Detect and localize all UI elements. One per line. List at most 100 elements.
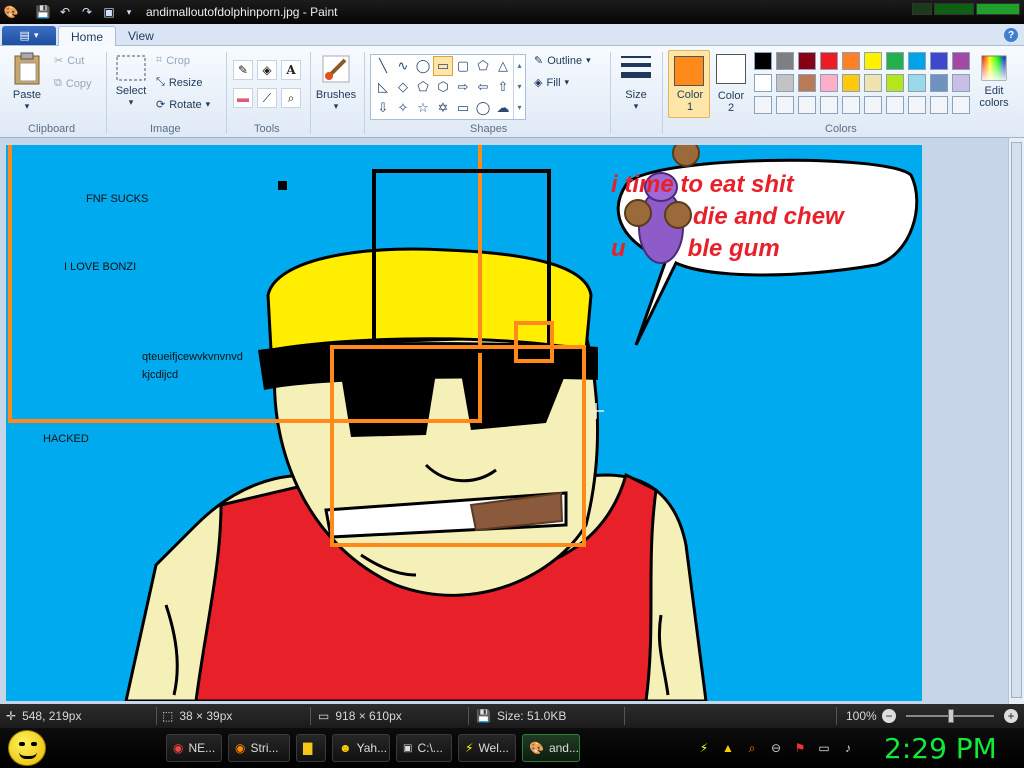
- size-button[interactable]: Size ▾: [616, 52, 656, 112]
- palette-swatch[interactable]: [952, 52, 970, 70]
- rect-callout-shape[interactable]: ▭: [453, 98, 473, 118]
- rectangle-shape[interactable]: ▭: [433, 56, 453, 76]
- palette-swatch-empty[interactable]: [908, 96, 926, 114]
- oval-callout-shape[interactable]: ◯: [473, 98, 493, 118]
- right-triangle-shape[interactable]: ◺: [373, 77, 393, 97]
- palette-swatch[interactable]: [842, 52, 860, 70]
- display-tray-icon[interactable]: ▭: [816, 740, 832, 756]
- taskbar-item-chrome[interactable]: ◉ NE...: [166, 734, 222, 762]
- color2-selector[interactable]: [716, 54, 746, 84]
- close-button[interactable]: [976, 3, 1020, 15]
- hexagon-shape[interactable]: ⬡: [433, 77, 453, 97]
- palette-swatch[interactable]: [842, 74, 860, 92]
- zoom-slider[interactable]: [906, 709, 994, 723]
- color-picker-tool[interactable]: ⟋: [257, 88, 277, 108]
- palette-swatch-empty[interactable]: [754, 96, 772, 114]
- rounded-rectangle-shape[interactable]: ▢: [453, 56, 473, 76]
- paint-menu-button[interactable]: ▤ ▾: [2, 26, 56, 45]
- four-point-star-shape[interactable]: ✧: [393, 98, 413, 118]
- redo-icon[interactable]: ↷: [78, 3, 96, 21]
- palette-swatch[interactable]: [864, 74, 882, 92]
- cut-button[interactable]: ✂ Cut: [54, 54, 84, 68]
- palette-swatch[interactable]: [886, 74, 904, 92]
- six-point-star-shape[interactable]: ✡: [433, 98, 453, 118]
- action-center-flag-icon[interactable]: ⚑: [792, 740, 808, 756]
- text-tool[interactable]: A: [281, 60, 301, 80]
- system-clock[interactable]: 2:29 PM: [884, 732, 997, 765]
- down-arrow-shape[interactable]: ⇩: [373, 98, 393, 118]
- undo-icon[interactable]: ↶: [56, 3, 74, 21]
- zoom-out-icon[interactable]: −: [882, 709, 896, 723]
- color1-selector[interactable]: Color 1: [668, 50, 710, 118]
- vertical-scrollbar[interactable]: [1008, 138, 1024, 704]
- right-arrow-shape[interactable]: ⇨: [453, 77, 473, 97]
- palette-swatch[interactable]: [776, 52, 794, 70]
- line-shape[interactable]: ╲: [373, 56, 393, 76]
- palette-swatch[interactable]: [930, 52, 948, 70]
- palette-swatch[interactable]: [908, 74, 926, 92]
- crop-button[interactable]: ⌗ Crop: [156, 54, 190, 67]
- up-arrow-shape[interactable]: ⇧: [493, 77, 513, 97]
- taskbar-item-firefox[interactable]: ◉ Stri...: [228, 734, 290, 762]
- fill-tool[interactable]: ◈: [257, 60, 277, 80]
- polygon-shape[interactable]: ⬠: [473, 56, 493, 76]
- select-button[interactable]: Select ▾: [112, 54, 150, 108]
- palette-swatch-empty[interactable]: [798, 96, 816, 114]
- drawing-canvas[interactable]: FNF SUCKS I LOVE BONZI qteueifjcewvkvnvn…: [6, 145, 922, 701]
- customize-toolbar-icon[interactable]: ▾: [120, 3, 138, 21]
- palette-swatch-empty[interactable]: [820, 96, 838, 114]
- palette-swatch[interactable]: [776, 74, 794, 92]
- left-arrow-shape[interactable]: ⇦: [473, 77, 493, 97]
- copy-button[interactable]: ⧉ Copy: [54, 77, 92, 90]
- palette-swatch[interactable]: [798, 74, 816, 92]
- palette-swatch[interactable]: [820, 74, 838, 92]
- palette-swatch-empty[interactable]: [952, 96, 970, 114]
- maximize-button[interactable]: [934, 3, 974, 15]
- palette-swatch[interactable]: [798, 52, 816, 70]
- shapes-scroll[interactable]: ▴ ▾ ▾: [513, 55, 525, 119]
- rotate-button[interactable]: ⟳ Rotate ▾: [156, 98, 210, 112]
- palette-swatch[interactable]: [908, 52, 926, 70]
- network-tray-icon[interactable]: ▲: [720, 740, 736, 756]
- zoom-slider-thumb[interactable]: [948, 709, 954, 723]
- palette-swatch-empty[interactable]: [842, 96, 860, 114]
- tab-home[interactable]: Home: [58, 26, 117, 47]
- save-icon[interactable]: 💾: [34, 3, 52, 21]
- five-point-star-shape[interactable]: ☆: [413, 98, 433, 118]
- palette-swatch[interactable]: [930, 74, 948, 92]
- magnifier-tool[interactable]: ⌕: [281, 88, 301, 108]
- cloud-callout-shape[interactable]: ☁: [493, 98, 513, 118]
- scrollbar-thumb[interactable]: [1011, 142, 1022, 698]
- diamond-shape[interactable]: ◇: [393, 77, 413, 97]
- start-button[interactable]: [8, 730, 46, 766]
- fill-button[interactable]: ◈ Fill ▾: [534, 76, 569, 90]
- paint-app-icon[interactable]: 🎨: [2, 3, 20, 21]
- taskbar-item-yahoo[interactable]: ☻ Yah...: [332, 734, 390, 762]
- palette-swatch[interactable]: [864, 52, 882, 70]
- search-tray-icon[interactable]: ⌕: [744, 740, 760, 756]
- tab-view[interactable]: View: [116, 26, 166, 47]
- palette-swatch[interactable]: [886, 52, 904, 70]
- eraser-tool[interactable]: ▬: [233, 88, 253, 108]
- pentagon-shape[interactable]: ⬠: [413, 77, 433, 97]
- taskbar-item-explorer[interactable]: ▇: [296, 734, 326, 762]
- speaker-icon[interactable]: ♪: [840, 740, 856, 756]
- outline-button[interactable]: ✎ Outline ▾: [534, 54, 591, 68]
- palette-swatch[interactable]: [820, 52, 838, 70]
- paste-button[interactable]: Paste ▾: [8, 52, 46, 112]
- brushes-button[interactable]: Brushes ▾: [314, 52, 358, 112]
- resize-button[interactable]: ⤡ Resize: [156, 76, 202, 89]
- curve-shape[interactable]: ∿: [393, 56, 413, 76]
- taskbar-item-welcome[interactable]: ⚡ Wel...: [458, 734, 516, 762]
- pencil-tool[interactable]: ✎: [233, 60, 253, 80]
- winamp-tray-icon[interactable]: ⚡: [696, 740, 712, 756]
- triangle-shape[interactable]: △: [493, 56, 513, 76]
- oval-shape[interactable]: ◯: [413, 56, 433, 76]
- palette-swatch[interactable]: [754, 74, 772, 92]
- palette-swatch-empty[interactable]: [886, 96, 904, 114]
- taskbar-item-paint[interactable]: 🎨 and...: [522, 734, 580, 762]
- palette-swatch[interactable]: [952, 74, 970, 92]
- help-icon[interactable]: ?: [1004, 28, 1018, 42]
- minimize-button[interactable]: [912, 3, 932, 15]
- palette-swatch-empty[interactable]: [864, 96, 882, 114]
